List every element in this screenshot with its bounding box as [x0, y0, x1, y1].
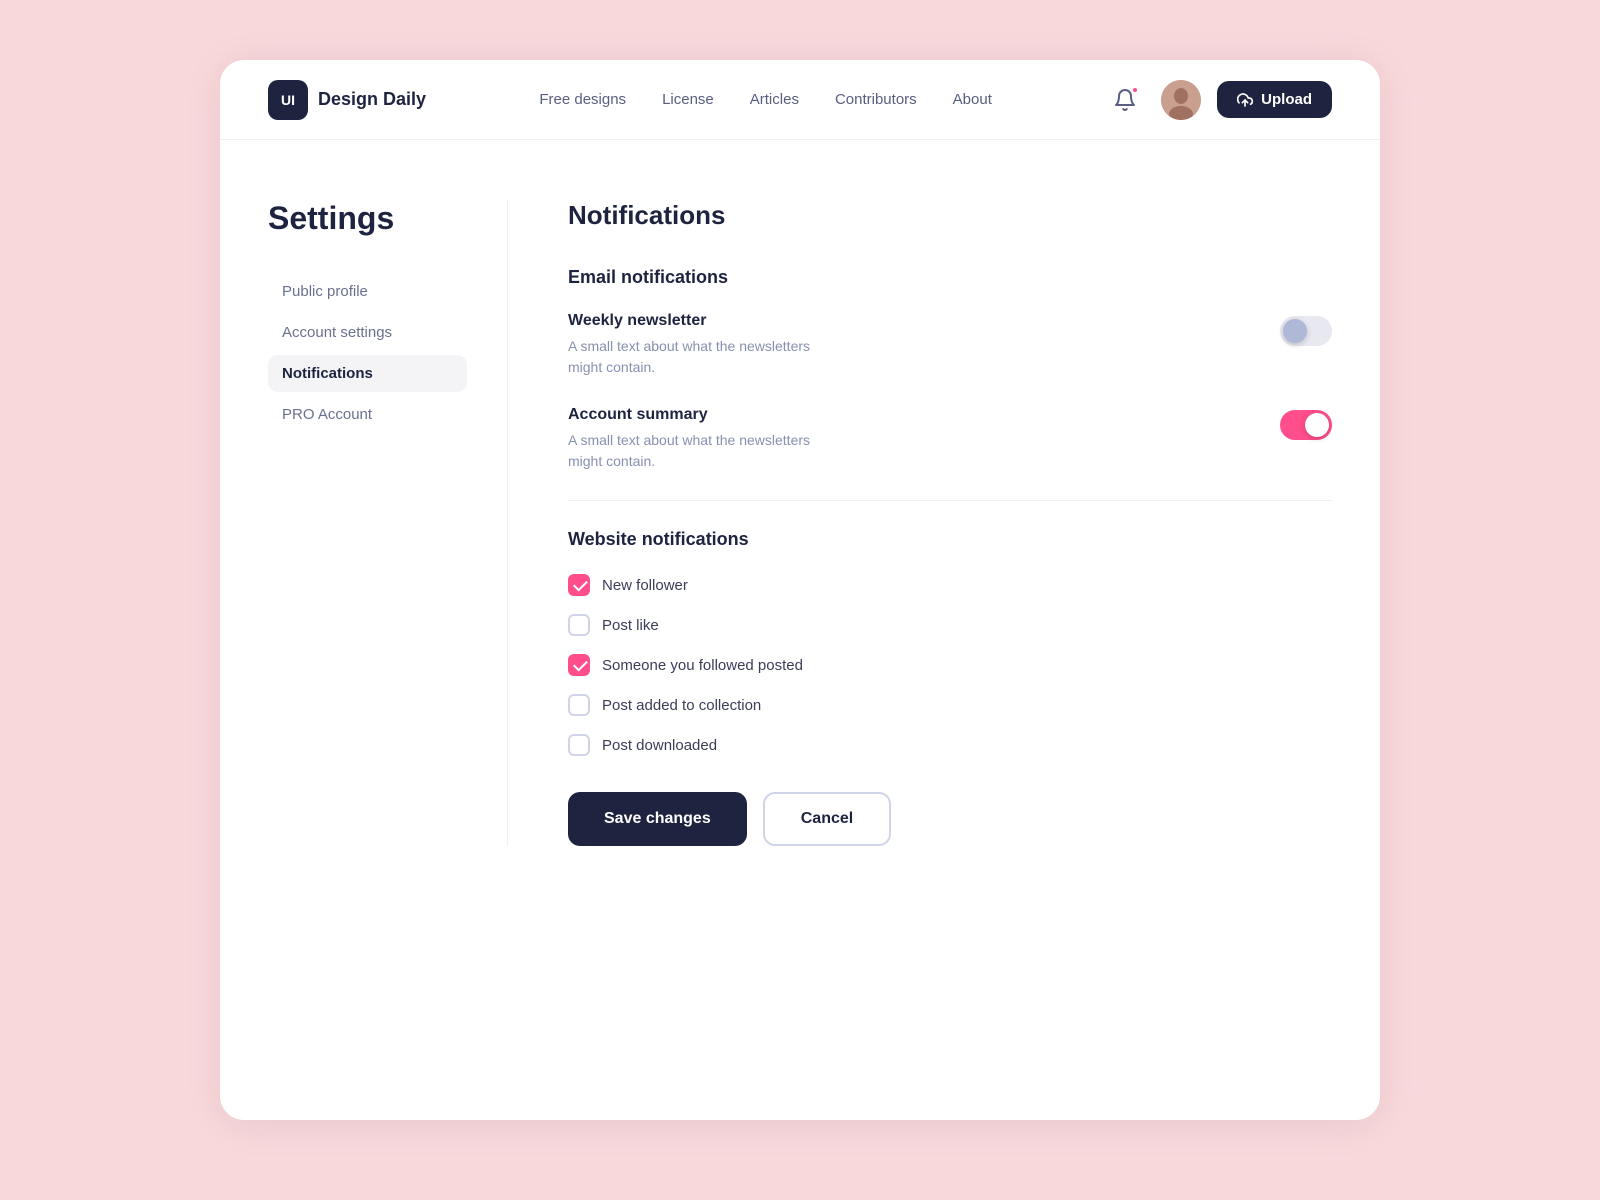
- nav-license[interactable]: License: [662, 91, 714, 108]
- checkbox-row-someone-followed: Someone you followed posted: [568, 654, 1332, 676]
- cancel-button[interactable]: Cancel: [763, 792, 891, 846]
- upload-icon: [1237, 92, 1253, 108]
- button-row: Save changes Cancel: [568, 792, 1332, 846]
- weekly-newsletter-toggle[interactable]: [1280, 316, 1332, 346]
- upload-button[interactable]: Upload: [1217, 81, 1332, 118]
- nav-about[interactable]: About: [953, 91, 992, 108]
- toggle-knob: [1283, 319, 1307, 343]
- email-row-weekly: Weekly newsletter A small text about wha…: [568, 312, 1332, 378]
- toggle-knob-2: [1305, 413, 1329, 437]
- save-changes-button[interactable]: Save changes: [568, 792, 747, 846]
- post-like-label: Post like: [602, 617, 659, 634]
- body-layout: Settings Public profile Account settings…: [220, 140, 1380, 906]
- weekly-newsletter-desc: A small text about what the newsletters …: [568, 336, 810, 378]
- sidebar-item-notifications[interactable]: Notifications: [268, 355, 467, 392]
- main-card: UI Design Daily Free designs License Art…: [220, 60, 1380, 1120]
- account-summary-label: Account summary: [568, 406, 810, 424]
- checkbox-post-like[interactable]: [568, 614, 590, 636]
- post-added-label: Post added to collection: [602, 697, 761, 714]
- notification-bell[interactable]: [1105, 80, 1145, 120]
- checkbox-post-added[interactable]: [568, 694, 590, 716]
- nav-links: Free designs License Articles Contributo…: [539, 91, 992, 108]
- nav-right: Upload: [1105, 80, 1332, 120]
- email-row-account-summary-text: Account summary A small text about what …: [568, 406, 810, 472]
- account-summary-desc: A small text about what the newsletters …: [568, 430, 810, 472]
- nav-contributors[interactable]: Contributors: [835, 91, 917, 108]
- logo-text: Design Daily: [318, 89, 426, 110]
- post-downloaded-label: Post downloaded: [602, 737, 717, 754]
- new-follower-label: New follower: [602, 577, 688, 594]
- logo-area: UI Design Daily: [268, 80, 426, 120]
- someone-followed-label: Someone you followed posted: [602, 657, 803, 674]
- weekly-newsletter-label: Weekly newsletter: [568, 312, 810, 330]
- checkbox-someone-followed[interactable]: [568, 654, 590, 676]
- checkbox-row-post-like: Post like: [568, 614, 1332, 636]
- sidebar-item-pro-account[interactable]: PRO Account: [268, 396, 467, 433]
- content-area: Notifications Email notifications Weekly…: [508, 200, 1332, 846]
- sidebar: Settings Public profile Account settings…: [268, 200, 508, 846]
- sidebar-nav: Public profile Account settings Notifica…: [268, 273, 467, 433]
- sidebar-title: Settings: [268, 200, 467, 237]
- avatar[interactable]: [1161, 80, 1201, 120]
- logo-icon: UI: [268, 80, 308, 120]
- nav-articles[interactable]: Articles: [750, 91, 799, 108]
- website-section-title: Website notifications: [568, 529, 1332, 550]
- email-row-account-summary: Account summary A small text about what …: [568, 406, 1332, 472]
- nav-free-designs[interactable]: Free designs: [539, 91, 626, 108]
- sidebar-item-account-settings[interactable]: Account settings: [268, 314, 467, 351]
- navbar: UI Design Daily Free designs License Art…: [220, 60, 1380, 140]
- divider: [568, 500, 1332, 501]
- checkbox-row-post-added: Post added to collection: [568, 694, 1332, 716]
- notification-dot: [1131, 86, 1139, 94]
- email-section-title: Email notifications: [568, 267, 1332, 288]
- website-notif-list: New follower Post like Someone you follo…: [568, 574, 1332, 756]
- sidebar-item-public-profile[interactable]: Public profile: [268, 273, 467, 310]
- checkbox-row-post-downloaded: Post downloaded: [568, 734, 1332, 756]
- checkbox-post-downloaded[interactable]: [568, 734, 590, 756]
- page-title: Notifications: [568, 200, 1332, 231]
- checkbox-row-new-follower: New follower: [568, 574, 1332, 596]
- checkbox-new-follower[interactable]: [568, 574, 590, 596]
- account-summary-toggle[interactable]: [1280, 410, 1332, 440]
- email-row-weekly-text: Weekly newsletter A small text about wha…: [568, 312, 810, 378]
